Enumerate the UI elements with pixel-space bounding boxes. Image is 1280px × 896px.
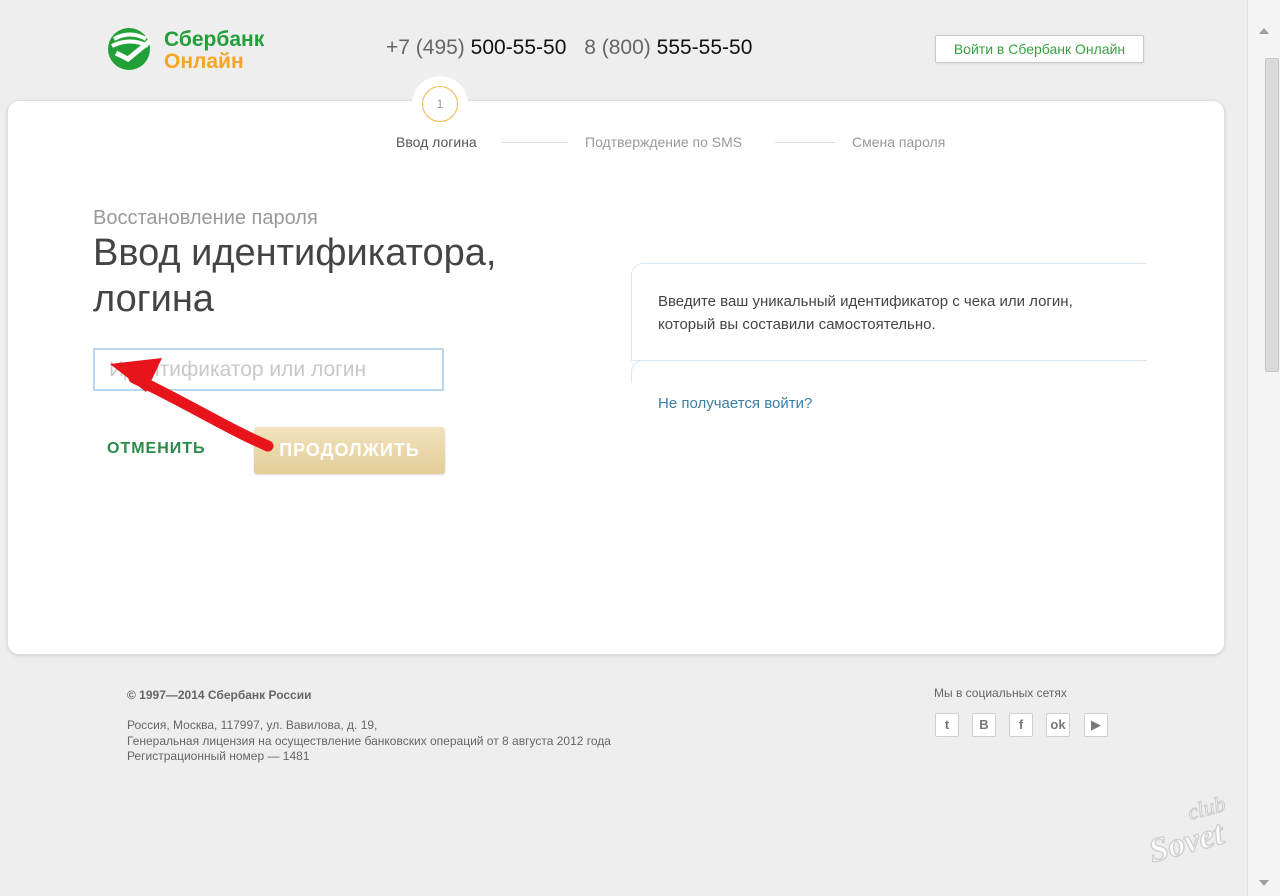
sberbank-online-logo[interactable]: Сбербанк Онлайн (106, 26, 276, 74)
cant-login-link[interactable]: Не получается войти? (658, 395, 812, 412)
phone-number: 500-55-50 (470, 36, 567, 59)
step-divider (502, 142, 568, 143)
red-arrow-annotation-icon (110, 358, 274, 452)
footer-address: Россия, Москва, 117997, ул. Вавилова, д.… (127, 718, 378, 732)
scroll-down-arrow-icon[interactable] (1259, 880, 1269, 886)
phone-toll-free: 8 (800) 555-55-50 (584, 36, 752, 59)
youtube-icon[interactable]: ▶ (1084, 713, 1108, 737)
logo-text-sberbank: Сбербанк (164, 28, 265, 51)
step-number-badge: 1 (422, 86, 458, 122)
page-subtitle: Восстановление пароля (93, 207, 318, 229)
login-sberbank-online-button[interactable]: Войти в Сбербанк Онлайн (935, 35, 1144, 63)
phone-code: +7 (495) (386, 36, 465, 59)
step-divider (775, 142, 835, 143)
footer-registration: Регистрационный номер — 1481 (127, 749, 310, 763)
contact-phones: +7 (495) 500-55-50 8 (800) 555-55-50 (386, 36, 752, 60)
hint-box-divider (631, 360, 1147, 383)
phone-moscow: +7 (495) 500-55-50 (386, 36, 566, 59)
odnoklassniki-icon[interactable]: ok (1046, 713, 1070, 737)
step-login: Ввод логина (396, 134, 477, 150)
logo-text-online: Онлайн (164, 50, 244, 73)
step-password-change: Смена пароля (852, 134, 946, 150)
page-title: Ввод идентификатора, логина (93, 232, 497, 320)
scrollbar-thumb[interactable] (1265, 58, 1279, 372)
sberbank-logo-icon (108, 28, 152, 70)
social-networks-title: Мы в социальных сетях (934, 686, 1067, 700)
footer-license: Генеральная лицензия на осуществление ба… (127, 734, 611, 748)
facebook-icon[interactable]: f (1009, 713, 1033, 737)
hint-text: Введите ваш уникальный идентификатор с ч… (658, 293, 1073, 333)
footer-copyright: © 1997—2014 Сбербанк России (127, 688, 312, 702)
svg-text:Sovet: Sovet (1145, 814, 1229, 865)
twitter-icon[interactable]: t (935, 713, 959, 737)
phone-code: 8 (800) (584, 36, 651, 59)
phone-number: 555-55-50 (656, 36, 753, 59)
step-sms-confirmation: Подтверждение по SMS (585, 134, 743, 150)
club-sovet-watermark: club Sovet (1144, 790, 1229, 865)
vk-icon[interactable]: B (972, 713, 996, 737)
scroll-up-arrow-icon[interactable] (1259, 28, 1269, 34)
